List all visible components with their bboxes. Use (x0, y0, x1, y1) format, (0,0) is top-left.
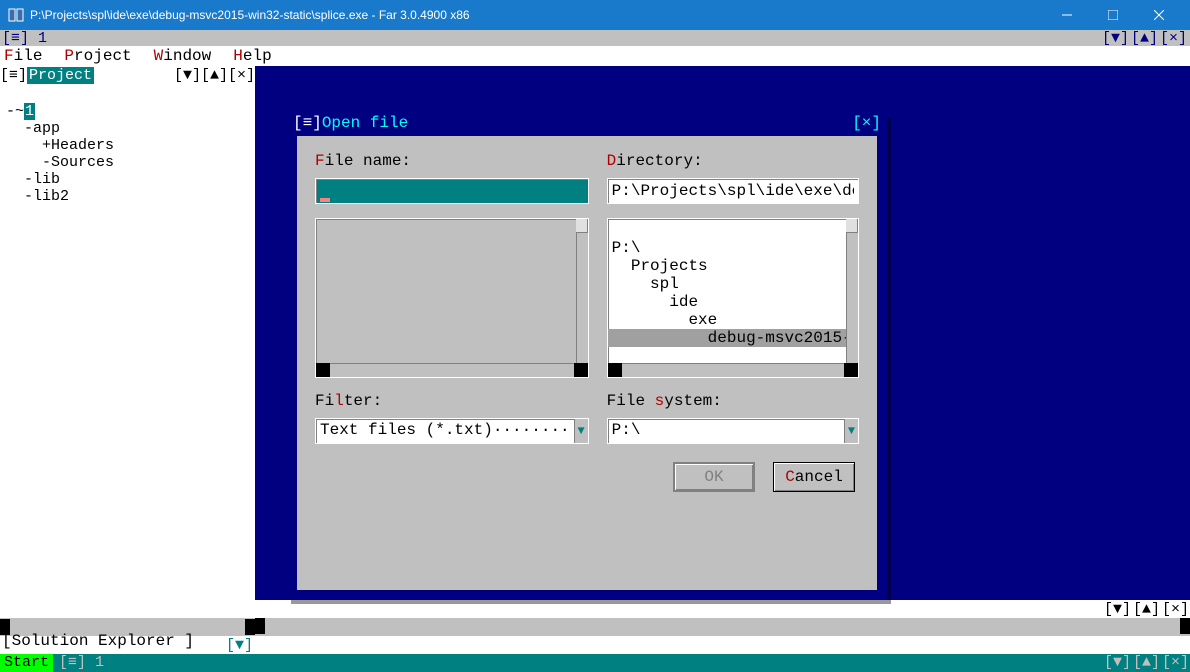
top-strip-close-icon[interactable]: [×] (1159, 30, 1188, 47)
dialog-marker[interactable]: [≡] (293, 114, 322, 132)
app-icon (8, 7, 24, 23)
status-start[interactable]: Start (0, 654, 53, 672)
editor-down-icon[interactable]: [▼] (1103, 601, 1132, 618)
open-file-dialog: [≡] Open file [×] File name: Filter: Te (287, 114, 887, 600)
filter-value: Text files (*.txt)········ (316, 419, 574, 443)
sidebar-dropdown-icon[interactable]: [▼] (226, 637, 253, 654)
dir-row[interactable]: exe (612, 311, 718, 329)
sidebar-up-icon[interactable]: [▲] (201, 67, 228, 84)
tree-node-sources[interactable]: -Sources (6, 154, 114, 171)
scroll-right-icon[interactable] (574, 363, 588, 377)
tree-node-lib[interactable]: -lib (6, 171, 60, 188)
editor-strip: [▼] [▲] [×] (255, 600, 1190, 618)
window-title: P:\Projects\spl\ide\exe\debug-msvc2015-w… (30, 8, 470, 22)
top-tab-marker[interactable]: [≡] 1 (2, 30, 47, 47)
scroll-left-icon[interactable] (608, 363, 622, 377)
filesystem-combo[interactable]: P:\ ▼ (607, 418, 859, 444)
vscrollbar[interactable] (576, 219, 588, 363)
menu-help[interactable]: Help (233, 47, 271, 65)
sidebar-tab-marker[interactable]: [≡] (0, 67, 27, 84)
scroll-right-icon[interactable] (245, 619, 255, 635)
tree-node-headers[interactable]: +Headers (6, 137, 114, 154)
ok-button: OK (673, 462, 755, 492)
editor-up-icon[interactable]: [▲] (1132, 601, 1161, 618)
sidebar-title: Project (27, 67, 94, 84)
menu-project[interactable]: Project (64, 47, 131, 65)
editor-close-icon[interactable]: [×] (1161, 601, 1190, 618)
dialog-title: Open file (322, 114, 408, 132)
tree-node-lib2[interactable]: -lib2 (6, 188, 69, 205)
status-close-icon[interactable]: [×] (1161, 654, 1190, 672)
filesystem-label: File system: (607, 392, 859, 410)
file-listbox[interactable] (315, 218, 589, 378)
editor-hscroll[interactable] (255, 618, 1190, 636)
sidebar-close-icon[interactable]: [×] (228, 67, 255, 84)
tree-node-app[interactable]: -app (6, 120, 60, 137)
chevron-down-icon[interactable]: ▼ (574, 419, 588, 443)
filter-label: Filter: (315, 392, 589, 410)
tree-node-root[interactable]: -~1 (6, 103, 35, 120)
project-tree[interactable]: -~1 -app +Headers -Sources -lib -lib2 (0, 84, 255, 224)
cancel-button[interactable]: Cancel (773, 462, 855, 492)
top-strip-down-icon[interactable]: [▼] (1101, 30, 1130, 47)
filter-combo[interactable]: Text files (*.txt)········ ▼ (315, 418, 589, 444)
status-down-icon[interactable]: [▼] (1103, 654, 1132, 672)
dialog-close-icon[interactable]: [×] (852, 114, 881, 132)
directory-listbox[interactable]: P:\ Projects spl ide exe debug-msvc2015-… (607, 218, 859, 378)
dialog-titlebar: [≡] Open file [×] (287, 114, 887, 136)
filename-input[interactable] (315, 178, 589, 204)
close-button[interactable] (1136, 0, 1182, 30)
top-strip-up-icon[interactable]: [▲] (1130, 30, 1159, 47)
statusbar: Start [≡] 1 [▼] [▲] [×] (0, 654, 1190, 672)
chevron-down-icon[interactable]: ▼ (844, 419, 858, 443)
menu-window[interactable]: Window (154, 47, 212, 65)
filesystem-value: P:\ (608, 419, 844, 443)
scroll-right-icon[interactable] (844, 363, 858, 377)
menu-file[interactable]: FFileile (4, 47, 42, 65)
filename-label: File name: (315, 152, 589, 170)
scroll-left-icon[interactable] (316, 363, 330, 377)
sidebar: [≡] Project [▼] [▲] [×] -~1 -app +Header… (0, 66, 255, 654)
directory-input[interactable] (607, 178, 859, 204)
vscrollbar[interactable] (846, 219, 858, 363)
minimize-button[interactable] (1044, 0, 1090, 30)
directory-label: Directory: (607, 152, 859, 170)
scroll-left-icon[interactable] (255, 618, 265, 634)
dir-row[interactable]: spl (612, 275, 679, 293)
titlebar: P:\Projects\spl\ide\exe\debug-msvc2015-w… (0, 0, 1190, 30)
status-up-icon[interactable]: [▲] (1132, 654, 1161, 672)
top-strip: [≡] 1 [▼] [▲] [×] (0, 30, 1190, 46)
sidebar-footer: [Solution Explorer ] [▼] (0, 636, 255, 654)
hscrollbar[interactable] (608, 363, 858, 377)
sidebar-header: [≡] Project [▼] [▲] [×] (0, 66, 255, 84)
dir-row[interactable]: P:\ (612, 239, 641, 257)
app-area: [≡] 1 [▼] [▲] [×] FFileile Project Windo… (0, 30, 1190, 672)
editor-footer (255, 636, 1190, 654)
scroll-right-icon[interactable] (1180, 618, 1190, 634)
sidebar-footer-label: [Solution Explorer ] (2, 632, 194, 650)
hscrollbar[interactable] (316, 363, 588, 377)
dir-row[interactable]: ide (612, 293, 698, 311)
dir-row[interactable]: Projects (612, 257, 708, 275)
sidebar-down-icon[interactable]: [▼] (174, 67, 201, 84)
dir-row-selected[interactable]: debug-msvc2015-win32-st (608, 329, 846, 347)
menubar: FFileile Project Window Help (0, 46, 1190, 66)
maximize-button[interactable] (1090, 0, 1136, 30)
status-tab[interactable]: [≡] 1 (53, 654, 110, 672)
